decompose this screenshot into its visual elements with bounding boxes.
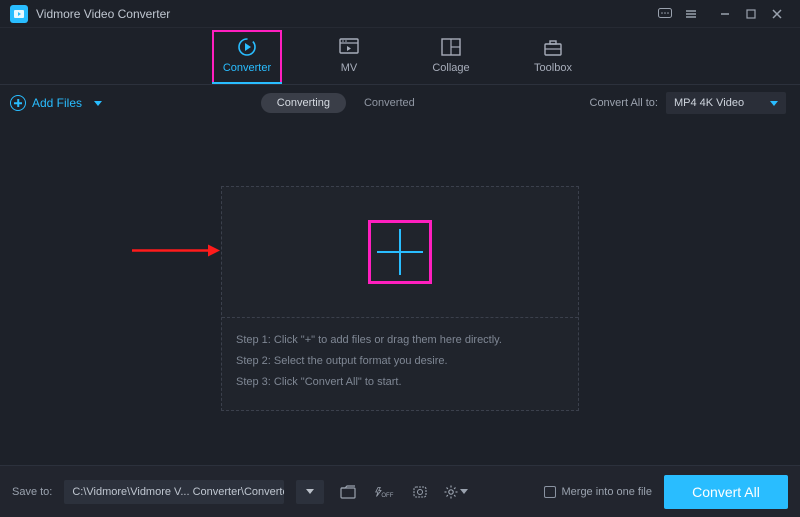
converter-icon bbox=[235, 36, 259, 58]
output-format-value: MP4 4K Video bbox=[674, 97, 744, 109]
toolbox-icon bbox=[541, 36, 565, 58]
drop-zone-top bbox=[222, 187, 578, 317]
drop-zone[interactable]: Step 1: Click "+" to add files or drag t… bbox=[221, 186, 579, 411]
hardware-accel-button[interactable]: OFF bbox=[372, 482, 396, 502]
output-format-select[interactable]: MP4 4K Video bbox=[666, 92, 786, 114]
save-path-field[interactable]: C:\Vidmore\Vidmore V... Converter\Conver… bbox=[64, 480, 284, 504]
toolbar: Add Files Converting Converted Convert A… bbox=[0, 85, 800, 121]
drop-zone-steps: Step 1: Click "+" to add files or drag t… bbox=[222, 318, 578, 403]
save-to-label: Save to: bbox=[12, 486, 52, 498]
segment-converting[interactable]: Converting bbox=[261, 93, 346, 113]
add-files-label: Add Files bbox=[32, 96, 82, 110]
step-text: Step 3: Click "Convert All" to start. bbox=[236, 372, 564, 393]
save-path-dropdown[interactable] bbox=[296, 480, 324, 504]
add-files-button[interactable]: Add Files bbox=[10, 95, 102, 111]
convert-all-to: Convert All to: MP4 4K Video bbox=[590, 92, 786, 114]
collage-icon bbox=[439, 36, 463, 58]
menu-icon[interactable] bbox=[678, 4, 704, 24]
minimize-button[interactable] bbox=[712, 4, 738, 24]
mv-icon bbox=[337, 36, 361, 58]
annotation-arrow-icon bbox=[130, 242, 220, 263]
tab-toolbox[interactable]: Toolbox bbox=[524, 36, 582, 78]
tab-converter[interactable]: Converter bbox=[218, 36, 276, 78]
checkbox-box-icon bbox=[544, 486, 556, 498]
title-bar: Vidmore Video Converter bbox=[0, 0, 800, 28]
main-tabs: Converter MV Collage Toolbox bbox=[0, 28, 800, 84]
maximize-button[interactable] bbox=[738, 4, 764, 24]
convert-all-button[interactable]: Convert All bbox=[664, 475, 788, 509]
segment-converted[interactable]: Converted bbox=[348, 93, 431, 113]
tab-label: Converter bbox=[223, 62, 271, 74]
feedback-icon[interactable] bbox=[652, 4, 678, 24]
merge-checkbox[interactable]: Merge into one file bbox=[544, 486, 653, 498]
plus-circle-icon bbox=[10, 95, 26, 111]
open-folder-button[interactable] bbox=[336, 482, 360, 502]
app-title: Vidmore Video Converter bbox=[36, 7, 170, 21]
settings-button[interactable] bbox=[444, 482, 468, 502]
footer-bar: Save to: C:\Vidmore\Vidmore V... Convert… bbox=[0, 465, 800, 517]
status-segment: Converting Converted bbox=[261, 93, 431, 113]
step-text: Step 2: Select the output format you des… bbox=[236, 351, 564, 372]
merge-label: Merge into one file bbox=[562, 486, 653, 498]
add-files-plus-button[interactable] bbox=[371, 223, 429, 281]
tab-collage[interactable]: Collage bbox=[422, 36, 480, 78]
chevron-down-icon bbox=[770, 101, 778, 106]
tab-mv[interactable]: MV bbox=[320, 36, 378, 78]
tab-label: Collage bbox=[432, 62, 469, 74]
app-logo-icon bbox=[10, 5, 28, 23]
convert-all-to-label: Convert All to: bbox=[590, 97, 658, 109]
chevron-down-icon bbox=[460, 489, 468, 494]
close-button[interactable] bbox=[764, 4, 790, 24]
tab-label: MV bbox=[341, 62, 358, 74]
step-text: Step 1: Click "+" to add files or drag t… bbox=[236, 330, 564, 351]
workspace: Step 1: Click "+" to add files or drag t… bbox=[0, 121, 800, 466]
chevron-down-icon bbox=[94, 101, 102, 106]
chevron-down-icon bbox=[306, 489, 314, 494]
tab-label: Toolbox bbox=[534, 62, 572, 74]
task-schedule-button[interactable] bbox=[408, 482, 432, 502]
